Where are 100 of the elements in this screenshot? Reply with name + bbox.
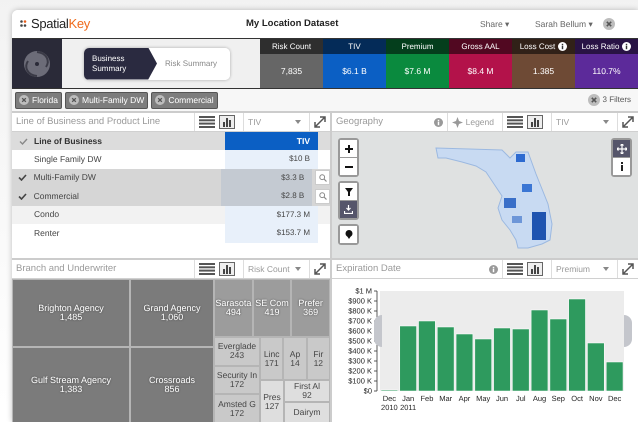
bar[interactable] — [587, 342, 604, 392]
metric-label: Premium — [401, 40, 434, 52]
tile-label: Pres — [263, 392, 281, 402]
expand-icon[interactable] — [622, 116, 634, 128]
check-icon[interactable] — [18, 138, 28, 144]
bar[interactable] — [550, 318, 567, 392]
metric-label: Gross AAL — [461, 40, 500, 52]
remove-icon[interactable] — [68, 95, 79, 105]
check-icon[interactable] — [18, 192, 28, 200]
table-cell: $10 B — [225, 150, 318, 168]
remove-icon[interactable] — [603, 18, 615, 30]
table-row[interactable]: Commercial $2.8 B — [12, 187, 330, 206]
tile-value: 92 — [302, 390, 312, 400]
tile-value: 1,383 — [60, 385, 82, 394]
remove-icon[interactable] — [155, 95, 166, 105]
remove-icon[interactable] — [588, 94, 600, 106]
table-cell-text: Commercial — [34, 190, 80, 203]
tile-value: 127 — [264, 402, 280, 410]
bar[interactable] — [568, 298, 586, 392]
chart-view-icon[interactable] — [527, 262, 543, 276]
pan-button[interactable] — [613, 140, 630, 157]
table-cell: $177.3 M — [225, 206, 318, 224]
tile-value: 494 — [226, 308, 241, 318]
metric-value: $8.4 M — [468, 64, 494, 78]
tile-label: Linc — [264, 350, 280, 358]
tile-label: Security In — [216, 371, 258, 380]
bar[interactable] — [456, 334, 474, 392]
list-view-icon[interactable] — [199, 263, 215, 275]
info-button[interactable] — [613, 158, 630, 175]
chart-view-icon[interactable] — [527, 115, 543, 129]
metric-label: Loss Cost — [520, 40, 556, 52]
chart-view-icon[interactable] — [219, 262, 235, 276]
treemap-tile[interactable]: Pres 127 — [260, 380, 284, 422]
user-menu[interactable]: Sarah Bellum ▾ — [535, 18, 603, 30]
table-row[interactable]: Multi-Family DW $3.3 B — [12, 168, 330, 187]
tile-value: 419 — [264, 308, 280, 318]
bar[interactable] — [606, 362, 624, 392]
bar[interactable] — [474, 338, 492, 392]
search-icon — [318, 192, 327, 200]
caret-icon — [295, 120, 301, 124]
bar[interactable] — [493, 328, 511, 392]
treemap-tile[interactable]: Ap 14 — [283, 337, 307, 380]
filter-chip[interactable]: Florida — [15, 92, 62, 108]
column-header: TIV — [225, 132, 318, 150]
zoom-in-button[interactable] — [340, 140, 357, 157]
info-icon[interactable] — [558, 42, 568, 51]
treemap-tile[interactable]: Security In 172 — [214, 366, 260, 394]
table-row[interactable]: Condo $177.3 M — [12, 206, 330, 224]
bar[interactable] — [418, 320, 436, 392]
filter-chip[interactable]: Multi-Family DW — [64, 92, 148, 108]
tile-value: 1,485 — [60, 313, 82, 322]
zoom-out-button[interactable] — [340, 158, 357, 175]
tile-label: Brighton Agency — [38, 304, 104, 313]
share-menu[interactable]: Share ▾ — [480, 18, 535, 30]
bar[interactable] — [437, 326, 454, 392]
search-button[interactable] — [315, 188, 330, 204]
info-icon[interactable] — [622, 42, 632, 51]
search-button[interactable] — [315, 170, 330, 186]
tile-label: Prefer — [298, 298, 323, 308]
treemap-tile[interactable]: Fir 12 — [306, 337, 330, 380]
treemap-tile[interactable]: Crossroads 856 — [130, 347, 214, 422]
filter-button[interactable] — [340, 183, 357, 200]
tile-label: Dairym — [294, 408, 320, 417]
list-view-icon[interactable] — [507, 116, 523, 128]
download-button[interactable] — [340, 201, 357, 218]
summary-tab[interactable]: Business Summary — [84, 48, 157, 80]
treemap-tile[interactable]: Brighton Agency 1,485 — [12, 279, 130, 347]
tile-label: Crossroads — [148, 376, 195, 385]
treemap-tile[interactable]: Amsted G 172 — [214, 394, 260, 422]
bar[interactable] — [512, 328, 530, 392]
search-icon — [318, 174, 327, 182]
tile-label: First Al — [294, 382, 320, 391]
bar[interactable] — [530, 310, 548, 392]
treemap-tile[interactable]: Everglade 243 — [214, 337, 260, 366]
panel-title: Geography — [336, 114, 384, 129]
chart-view-icon[interactable] — [219, 115, 235, 129]
locate-button[interactable] — [340, 226, 357, 243]
check-icon[interactable] — [18, 174, 28, 182]
treemap-tile[interactable]: Grand Agency 1,060 — [130, 279, 214, 347]
summary-tab[interactable]: Risk Summary — [157, 48, 230, 80]
treemap-tile[interactable]: Dairym — [284, 402, 330, 422]
list-view-icon[interactable] — [199, 116, 215, 128]
clear-filters-button[interactable]: 3 Filters — [588, 94, 635, 106]
table-cell: $3.3 B — [220, 168, 312, 187]
remove-icon[interactable] — [19, 95, 29, 105]
bar[interactable] — [400, 326, 417, 392]
filter-chip[interactable]: Commercial — [151, 92, 218, 108]
column-header: Line of Business — [34, 134, 104, 148]
expand-icon[interactable] — [314, 116, 326, 128]
tile-value: 172 — [230, 380, 244, 389]
expand-icon[interactable] — [622, 263, 634, 275]
table-cell-text: Condo — [34, 208, 60, 222]
list-view-icon[interactable] — [507, 263, 523, 275]
treemap-tile[interactable]: Gulf Stream Agency 1,383 — [12, 347, 130, 422]
tile-label: Fir — [313, 350, 324, 358]
treemap-tile[interactable]: First Al 92 — [284, 380, 330, 402]
tile-value: 172 — [230, 408, 244, 418]
expand-icon[interactable] — [314, 263, 326, 275]
tile-value: 369 — [303, 308, 318, 318]
treemap-tile[interactable]: Linc 171 — [260, 337, 284, 380]
